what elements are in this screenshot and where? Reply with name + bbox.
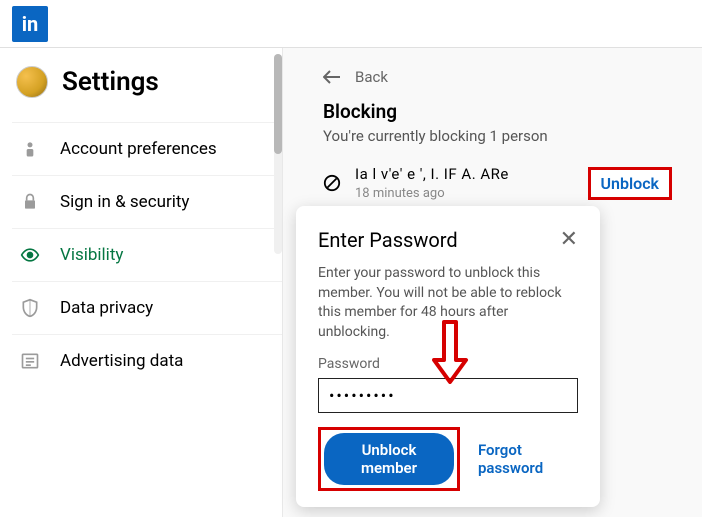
blocked-time: 18 minutes ago bbox=[355, 186, 574, 201]
sidebar-item-label: Visibility bbox=[60, 245, 123, 265]
eye-icon bbox=[20, 245, 40, 265]
blocked-info: Ia l v'e' e ', I. IF A. ARe 18 minutes a… bbox=[355, 165, 574, 201]
blocked-member-name: Ia l v'e' e ', I. IF A. ARe bbox=[355, 165, 574, 183]
back-label: Back bbox=[355, 68, 388, 86]
person-icon bbox=[20, 139, 40, 159]
lock-icon bbox=[20, 192, 40, 212]
page-title: Settings bbox=[62, 67, 159, 97]
sidebar-item-label: Advertising data bbox=[60, 351, 183, 371]
top-bar: in bbox=[0, 0, 702, 48]
sidebar-item-visibility[interactable]: Visibility bbox=[12, 228, 282, 281]
newspaper-icon bbox=[20, 351, 40, 371]
arrow-left-icon bbox=[323, 70, 341, 84]
blocked-member-row: Ia l v'e' e ', I. IF A. ARe 18 minutes a… bbox=[323, 165, 672, 201]
sidebar-item-sign-in-security[interactable]: Sign in & security bbox=[12, 175, 282, 228]
linkedin-logo[interactable]: in bbox=[12, 6, 48, 42]
content-subheading: You're currently blocking 1 person bbox=[323, 127, 672, 145]
modal-actions: Unblock member Forgot password bbox=[318, 427, 578, 491]
modal-header: Enter Password ✕ bbox=[318, 228, 578, 252]
sidebar-item-advertising-data[interactable]: Advertising data bbox=[12, 334, 282, 387]
sidebar-item-label: Data privacy bbox=[60, 298, 153, 318]
avatar[interactable] bbox=[16, 66, 48, 98]
shield-icon bbox=[20, 298, 40, 318]
forgot-password-link[interactable]: Forgot password bbox=[478, 441, 578, 477]
password-modal: Enter Password ✕ Enter your password to … bbox=[296, 206, 600, 507]
sidebar: Settings Account preferences Sign in & s… bbox=[0, 48, 282, 517]
sidebar-item-account-preferences[interactable]: Account preferences bbox=[12, 122, 282, 175]
sidebar-item-label: Account preferences bbox=[60, 139, 217, 159]
scrollbar-thumb[interactable] bbox=[274, 54, 282, 154]
unblock-highlight-box: Unblock member bbox=[318, 427, 460, 491]
modal-title: Enter Password bbox=[318, 228, 458, 252]
block-icon bbox=[323, 174, 341, 192]
unblock-button[interactable]: Unblock bbox=[588, 167, 672, 200]
back-button[interactable]: Back bbox=[323, 68, 672, 86]
sidebar-item-data-privacy[interactable]: Data privacy bbox=[12, 281, 282, 334]
sidebar-item-label: Sign in & security bbox=[60, 192, 189, 212]
modal-body-text: Enter your password to unblock this memb… bbox=[318, 264, 578, 342]
sidebar-header: Settings bbox=[12, 66, 282, 98]
scrollbar[interactable] bbox=[274, 54, 282, 254]
password-label: Password bbox=[318, 356, 578, 372]
close-icon[interactable]: ✕ bbox=[560, 229, 578, 251]
password-input[interactable] bbox=[318, 378, 578, 413]
unblock-member-button[interactable]: Unblock member bbox=[324, 433, 454, 485]
content-heading: Blocking bbox=[323, 100, 672, 123]
